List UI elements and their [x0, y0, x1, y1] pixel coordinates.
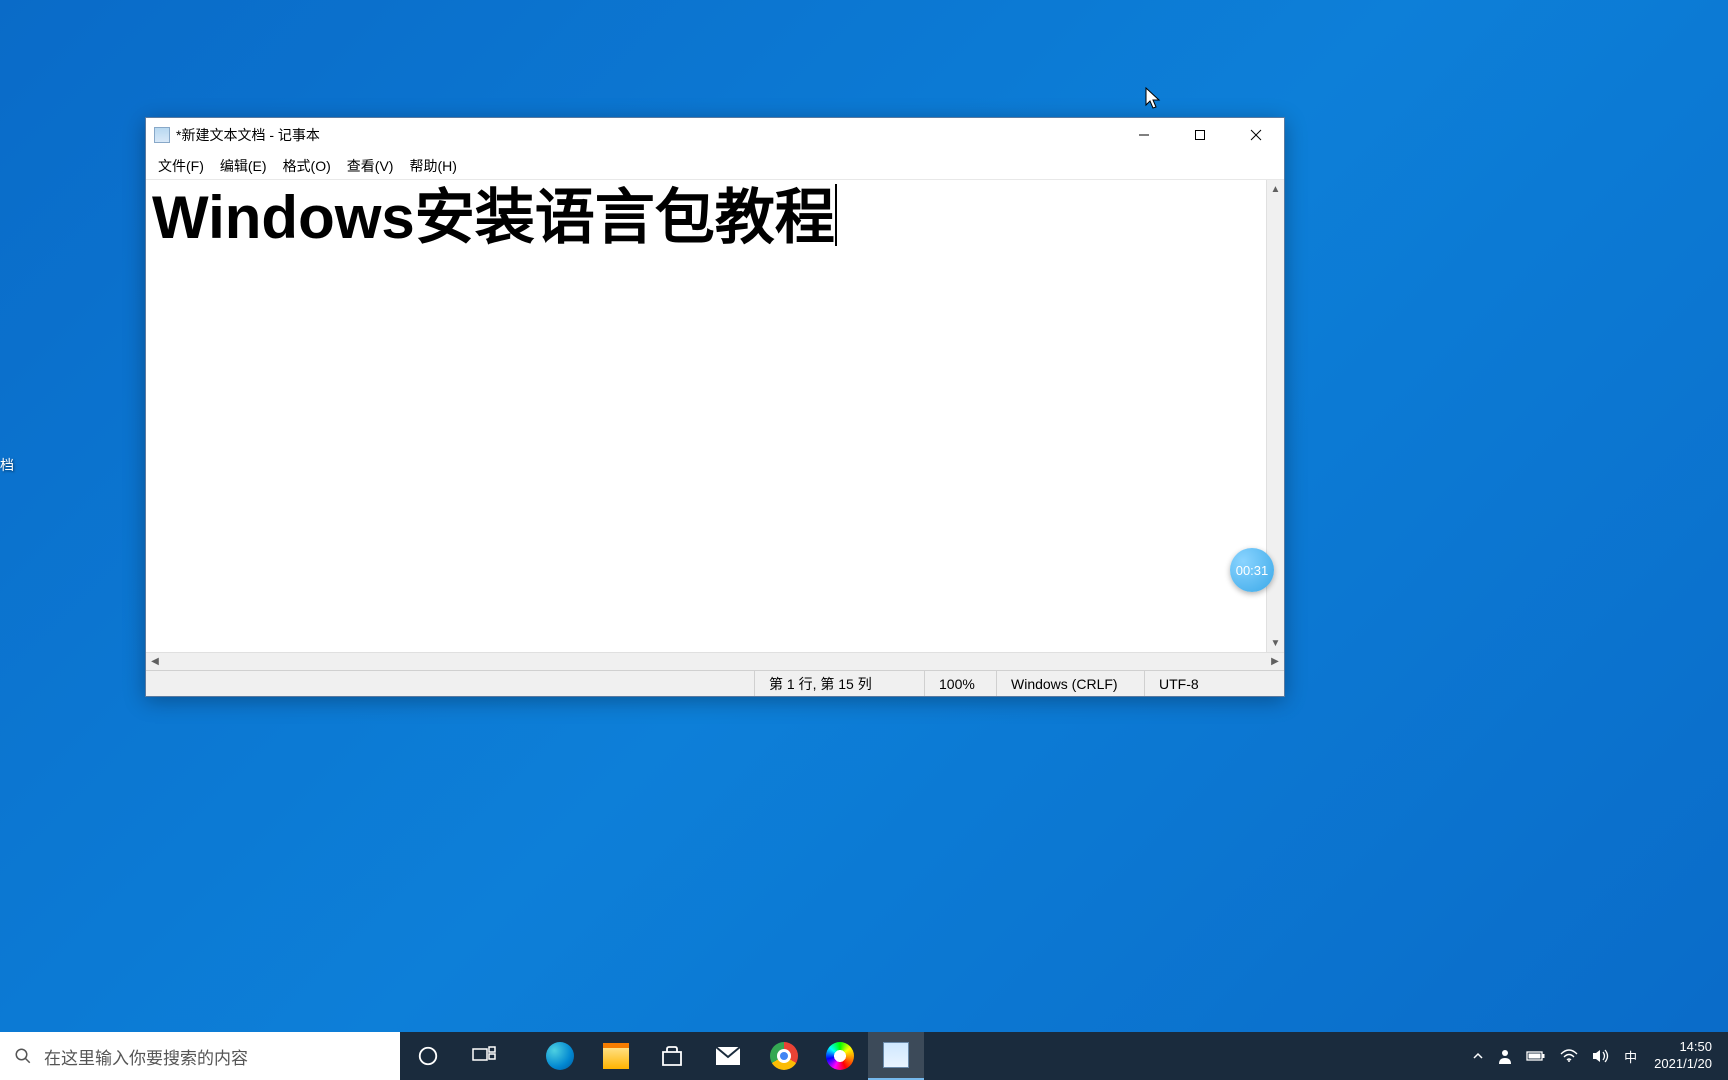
task-view-icon[interactable] [456, 1032, 512, 1080]
scroll-right-icon[interactable]: ▶ [1266, 653, 1284, 670]
titlebar[interactable]: *新建文本文档 - 记事本 [146, 118, 1284, 152]
tray-wifi-icon[interactable] [1553, 1049, 1585, 1063]
menu-view[interactable]: 查看(V) [339, 154, 402, 178]
editor-content: Windows安装语言包教程 [152, 184, 835, 251]
tray-volume-icon[interactable] [1585, 1048, 1617, 1064]
status-encoding: UTF-8 [1144, 671, 1284, 696]
taskbar-mail-icon[interactable] [700, 1032, 756, 1080]
tray-people-icon[interactable] [1491, 1048, 1519, 1064]
status-line-ending: Windows (CRLF) [996, 671, 1144, 696]
statusbar: 第 1 行, 第 15 列 100% Windows (CRLF) UTF-8 [146, 670, 1284, 696]
tray-time: 14:50 [1654, 1039, 1712, 1056]
taskbar-explorer-icon[interactable] [588, 1032, 644, 1080]
taskbar-chrome-icon[interactable] [756, 1032, 812, 1080]
tray-clock[interactable]: 14:50 2021/1/20 [1644, 1039, 1722, 1073]
notepad-window: *新建文本文档 - 记事本 文件(F) 编辑(E) 格式(O) 查看(V) 帮助… [145, 117, 1285, 697]
taskbar: 在这里输入你要搜索的内容 [0, 1032, 1728, 1080]
window-title: *新建文本文档 - 记事本 [176, 125, 1116, 145]
tray-date: 2021/1/20 [1654, 1056, 1712, 1073]
tray-battery-icon[interactable] [1519, 1050, 1553, 1062]
status-zoom: 100% [924, 671, 996, 696]
menu-format[interactable]: 格式(O) [275, 154, 339, 178]
taskbar-edge-icon[interactable] [532, 1032, 588, 1080]
mouse-cursor-icon [1145, 87, 1163, 116]
close-button[interactable] [1228, 118, 1284, 152]
search-icon [14, 1047, 32, 1065]
scroll-left-icon[interactable]: ◀ [146, 653, 164, 670]
menu-help[interactable]: 帮助(H) [401, 154, 464, 178]
menubar: 文件(F) 编辑(E) 格式(O) 查看(V) 帮助(H) [146, 152, 1284, 180]
taskbar-store-icon[interactable] [644, 1032, 700, 1080]
status-cursor-position: 第 1 行, 第 15 列 [754, 671, 924, 696]
search-box[interactable]: 在这里输入你要搜索的内容 [0, 1032, 400, 1080]
menu-file[interactable]: 文件(F) [150, 154, 212, 178]
menu-edit[interactable]: 编辑(E) [212, 154, 275, 178]
minimize-button[interactable] [1116, 118, 1172, 152]
scroll-down-icon[interactable]: ▼ [1267, 634, 1284, 652]
desktop-icon-label[interactable]: 档 [0, 455, 14, 475]
tray-ime-indicator[interactable]: 中 [1617, 1047, 1644, 1066]
text-caret [835, 184, 837, 246]
maximize-button[interactable] [1172, 118, 1228, 152]
system-tray: 中 14:50 2021/1/20 [1459, 1032, 1728, 1080]
scroll-track[interactable] [164, 653, 1266, 670]
taskbar-notepad-icon[interactable] [868, 1032, 924, 1080]
scroll-up-icon[interactable]: ▲ [1267, 180, 1284, 198]
editor-wrap: Windows安装语言包教程 ▲ ▼ [146, 180, 1284, 652]
taskbar-settings-icon[interactable] [812, 1032, 868, 1080]
cortana-icon[interactable] [400, 1032, 456, 1080]
recording-timer-badge[interactable]: 00:31 [1230, 548, 1274, 592]
tray-chevron-up-icon[interactable] [1465, 1050, 1491, 1062]
taskbar-spacer [924, 1032, 1459, 1080]
text-editor[interactable]: Windows安装语言包教程 [146, 180, 1266, 652]
timer-value: 00:31 [1236, 563, 1269, 578]
notepad-app-icon [154, 127, 170, 143]
window-controls [1116, 118, 1284, 152]
horizontal-scrollbar[interactable]: ◀ ▶ [146, 652, 1284, 670]
search-placeholder: 在这里输入你要搜索的内容 [44, 1044, 248, 1069]
